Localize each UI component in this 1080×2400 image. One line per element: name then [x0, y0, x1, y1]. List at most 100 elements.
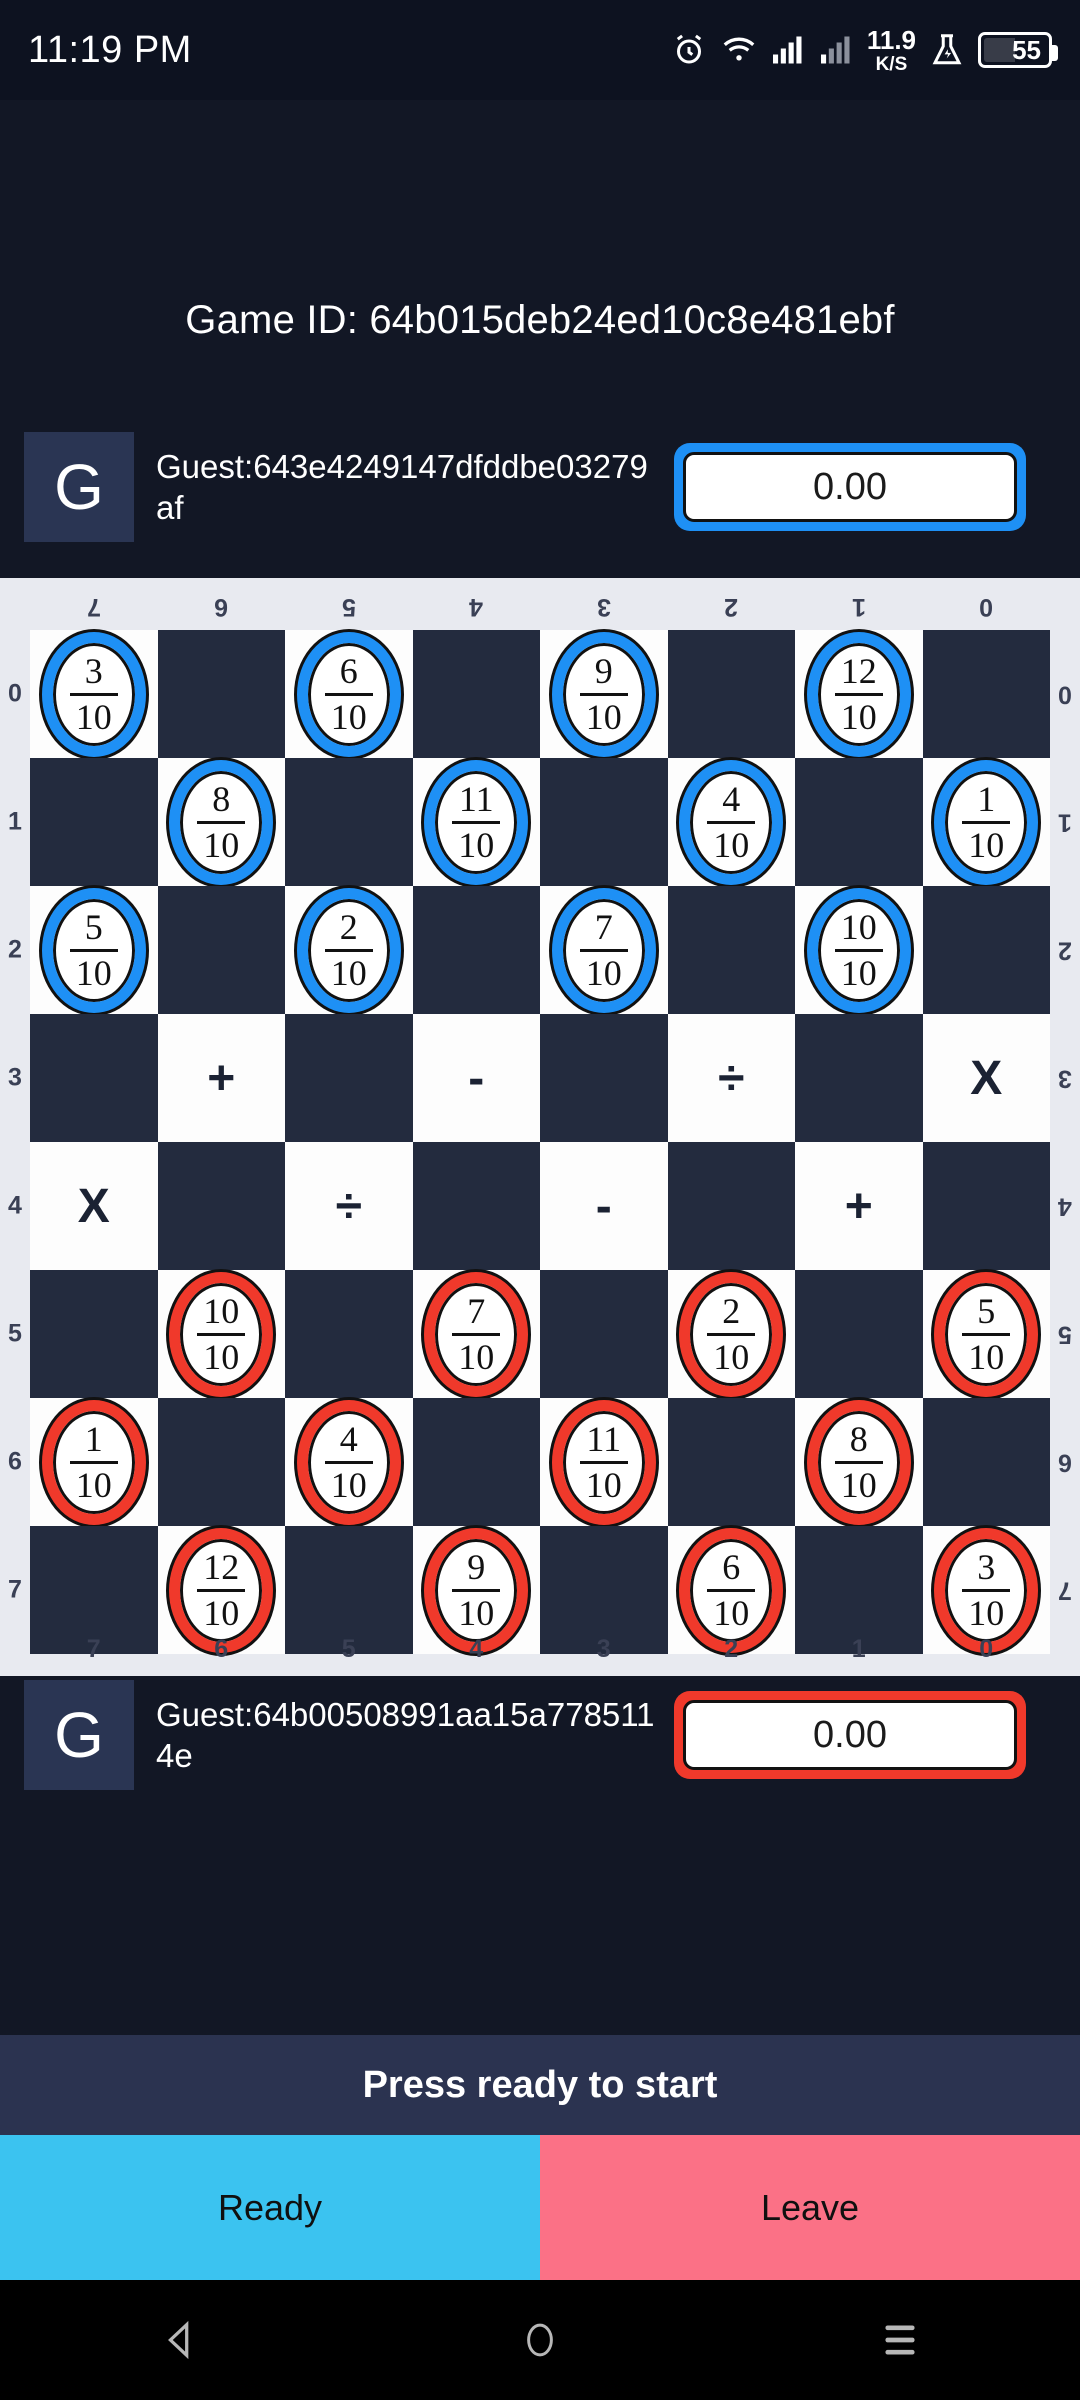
- red-piece[interactable]: 6 10: [679, 1527, 784, 1653]
- operator-tile[interactable]: ÷: [336, 1179, 362, 1234]
- board-cell[interactable]: [412, 1142, 540, 1270]
- board-cell[interactable]: X: [922, 1014, 1050, 1142]
- ready-button[interactable]: Ready: [0, 2135, 540, 2280]
- board-cell[interactable]: 9 10: [540, 630, 668, 758]
- operator-tile[interactable]: -: [596, 1179, 612, 1234]
- board-cell[interactable]: [795, 1270, 923, 1398]
- board-cell[interactable]: 2 10: [667, 1270, 795, 1398]
- board-cell[interactable]: 8 10: [157, 758, 285, 886]
- board-cell[interactable]: [540, 1270, 668, 1398]
- board-cell[interactable]: [667, 1398, 795, 1526]
- blue-piece[interactable]: 11 10: [424, 759, 529, 885]
- board-cell[interactable]: 10 10: [795, 886, 923, 1014]
- operator-tile[interactable]: X: [970, 1051, 1002, 1106]
- board-cell[interactable]: [922, 630, 1050, 758]
- board-cell[interactable]: [30, 1270, 158, 1398]
- board-cell[interactable]: ÷: [285, 1142, 413, 1270]
- board-cell[interactable]: 2 10: [285, 886, 413, 1014]
- board-cell[interactable]: [540, 1014, 668, 1142]
- board-cell[interactable]: [412, 630, 540, 758]
- board-cell[interactable]: 11 10: [540, 1398, 668, 1526]
- board-cell[interactable]: [412, 1398, 540, 1526]
- operator-tile[interactable]: +: [207, 1051, 235, 1106]
- board-cell[interactable]: 7 10: [412, 1270, 540, 1398]
- board-cell[interactable]: [285, 1270, 413, 1398]
- board-cell[interactable]: [667, 1142, 795, 1270]
- fraction-bar: [579, 948, 628, 952]
- operator-tile[interactable]: +: [845, 1179, 873, 1234]
- red-piece[interactable]: 9 10: [424, 1527, 529, 1653]
- board-cell[interactable]: [157, 1398, 285, 1526]
- fraction-numerator: 4: [339, 1419, 358, 1460]
- board-cell[interactable]: 3 10: [30, 630, 158, 758]
- board-cell[interactable]: [922, 1142, 1050, 1270]
- red-piece[interactable]: 11 10: [551, 1399, 656, 1525]
- board-cell[interactable]: [795, 758, 923, 886]
- red-piece[interactable]: 7 10: [424, 1271, 529, 1397]
- red-piece[interactable]: 2 10: [679, 1271, 784, 1397]
- red-piece[interactable]: 1 10: [41, 1399, 146, 1525]
- board-cell[interactable]: 4 10: [667, 758, 795, 886]
- board-cell[interactable]: [30, 758, 158, 886]
- fraction-denominator: 10: [713, 1336, 750, 1377]
- board-cell[interactable]: 4 10: [285, 1398, 413, 1526]
- board-cell[interactable]: [30, 1014, 158, 1142]
- red-piece[interactable]: 5 10: [934, 1271, 1039, 1397]
- red-piece[interactable]: 12 10: [169, 1527, 274, 1653]
- board-cell[interactable]: [157, 886, 285, 1014]
- board-cell[interactable]: 12 10: [795, 630, 923, 758]
- operator-tile[interactable]: ÷: [718, 1051, 744, 1106]
- board-cell[interactable]: [157, 630, 285, 758]
- board-cell[interactable]: 5 10: [922, 1270, 1050, 1398]
- blue-piece[interactable]: 12 10: [806, 631, 911, 757]
- blue-piece[interactable]: 3 10: [41, 631, 146, 757]
- blue-piece[interactable]: 1 10: [934, 759, 1039, 885]
- board-cell[interactable]: [922, 886, 1050, 1014]
- board-cell[interactable]: 11 10: [412, 758, 540, 886]
- board-cell[interactable]: [667, 630, 795, 758]
- game-board[interactable]: 3 10 6 10 9 10 12 10 8 10 11 10 4 10 1 10 5 10 2 10 7 10 10 10 +…: [0, 578, 1080, 1676]
- fraction-denominator: 10: [75, 696, 112, 737]
- leave-button[interactable]: Leave: [540, 2135, 1080, 2280]
- board-cell[interactable]: [667, 886, 795, 1014]
- blue-piece[interactable]: 10 10: [806, 887, 911, 1013]
- board-cell[interactable]: 1 10: [30, 1398, 158, 1526]
- fraction-denominator: 10: [713, 824, 750, 865]
- blue-piece[interactable]: 4 10: [679, 759, 784, 885]
- blue-piece[interactable]: 8 10: [169, 759, 274, 885]
- operator-tile[interactable]: -: [468, 1051, 484, 1106]
- board-cell[interactable]: ÷: [667, 1014, 795, 1142]
- board-cell[interactable]: [285, 758, 413, 886]
- board-cell[interactable]: X: [30, 1142, 158, 1270]
- board-cell[interactable]: 7 10: [540, 886, 668, 1014]
- blue-piece[interactable]: 9 10: [551, 631, 656, 757]
- board-cell[interactable]: +: [157, 1014, 285, 1142]
- menu-icon[interactable]: [840, 2280, 960, 2400]
- board-cell[interactable]: 1 10: [922, 758, 1050, 886]
- board-cell[interactable]: [157, 1142, 285, 1270]
- board-cell[interactable]: [922, 1398, 1050, 1526]
- board-cell[interactable]: 10 10: [157, 1270, 285, 1398]
- blue-piece[interactable]: 2 10: [296, 887, 401, 1013]
- board-cell[interactable]: 8 10: [795, 1398, 923, 1526]
- board-cell[interactable]: [285, 1014, 413, 1142]
- board-cell[interactable]: 6 10: [285, 630, 413, 758]
- back-icon[interactable]: [120, 2280, 240, 2400]
- blue-piece[interactable]: 5 10: [41, 887, 146, 1013]
- board-cell[interactable]: [412, 886, 540, 1014]
- red-piece[interactable]: 4 10: [296, 1399, 401, 1525]
- board-cell[interactable]: [795, 1014, 923, 1142]
- blue-piece[interactable]: 7 10: [551, 887, 656, 1013]
- board-cell[interactable]: -: [540, 1142, 668, 1270]
- home-icon[interactable]: [480, 2280, 600, 2400]
- board-cell[interactable]: [540, 758, 668, 886]
- board-grid[interactable]: 3 10 6 10 9 10 12 10 8 10 11 10 4 10 1 10 5 10 2 10 7 10 10 10 +…: [30, 630, 1050, 1654]
- board-cell[interactable]: 5 10: [30, 886, 158, 1014]
- board-cell[interactable]: -: [412, 1014, 540, 1142]
- red-piece[interactable]: 3 10: [934, 1527, 1039, 1653]
- red-piece[interactable]: 10 10: [169, 1271, 274, 1397]
- board-cell[interactable]: +: [795, 1142, 923, 1270]
- blue-piece[interactable]: 6 10: [296, 631, 401, 757]
- operator-tile[interactable]: X: [78, 1179, 110, 1234]
- red-piece[interactable]: 8 10: [806, 1399, 911, 1525]
